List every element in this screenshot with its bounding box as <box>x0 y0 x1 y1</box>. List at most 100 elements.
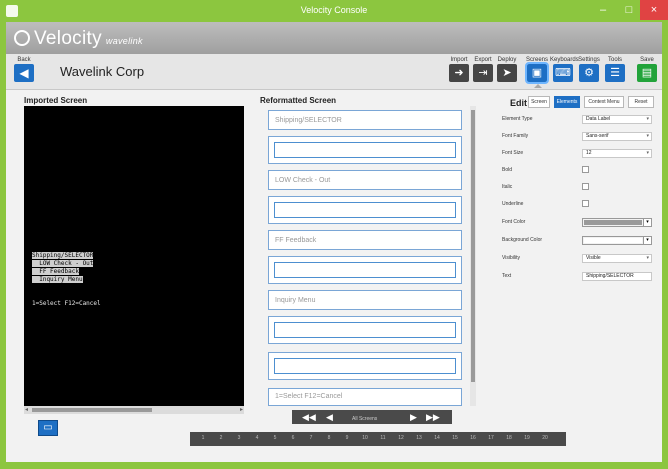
font-color-label: Font Color <box>502 219 526 225</box>
close-button[interactable]: × <box>640 0 668 20</box>
keyboards-button[interactable]: Keyboards ⌨ <box>550 57 579 82</box>
page-number[interactable]: 1 <box>194 435 212 441</box>
scroll-right-icon: ▸ <box>239 407 243 413</box>
prev-screen-icon[interactable]: ◀ <box>326 411 333 423</box>
terminal-horizontal-scrollbar[interactable]: ◂ ▸ <box>24 406 244 414</box>
page-number[interactable]: 15 <box>446 435 464 441</box>
screens-button[interactable]: Screens ▣ <box>524 57 550 88</box>
background-color-picker[interactable]: ▾ <box>582 236 652 245</box>
tools-label: Tools <box>607 57 622 63</box>
tab-elements[interactable]: Elements <box>554 96 580 108</box>
first-screen-icon[interactable]: ◀◀ <box>302 411 316 423</box>
minimize-button[interactable]: – <box>590 0 616 20</box>
terminal-line: FF Feedback <box>32 268 79 275</box>
label-text: FF Feedback <box>275 237 317 244</box>
reformatted-field[interactable] <box>268 196 462 224</box>
import-label: Import <box>450 57 468 63</box>
page-number[interactable]: 8 <box>320 435 338 441</box>
element-type-select[interactable]: Data Label ▾ <box>582 115 652 124</box>
page-number[interactable]: 12 <box>392 435 410 441</box>
imported-screen-terminal[interactable]: Shipping/SELECTOR LOW Check - Out FF Fee… <box>24 106 244 406</box>
terminal-view-button[interactable]: ▭ <box>38 420 58 436</box>
field-inner <box>274 322 456 338</box>
screens-label: Screens <box>525 57 548 63</box>
active-caret-icon <box>534 84 542 88</box>
font-size-select[interactable]: 12 ▾ <box>582 149 652 158</box>
brand-name: Velocity <box>34 28 102 49</box>
bold-label: Bold <box>502 167 513 173</box>
chevron-down-icon: ▾ <box>643 219 651 226</box>
page-number[interactable]: 20 <box>536 435 554 441</box>
scrollbar-thumb[interactable] <box>471 110 475 382</box>
reformatted-field[interactable] <box>268 256 462 284</box>
tab-context-menu[interactable]: Context Menu <box>584 96 624 108</box>
back-button[interactable]: Back ◀ <box>12 57 36 82</box>
import-button[interactable]: Import ➜ <box>446 57 472 82</box>
velocity-window: Velocity Console – □ × Velocity wavelink … <box>0 0 668 469</box>
font-family-select[interactable]: Sans-serif ▾ <box>582 132 652 141</box>
reformatted-field[interactable] <box>268 316 462 344</box>
reformatted-label[interactable]: LOW Check - Out <box>268 170 462 190</box>
page-number[interactable]: 14 <box>428 435 446 441</box>
next-screen-icon[interactable]: ▶ <box>410 411 417 423</box>
page-number[interactable]: 2 <box>212 435 230 441</box>
page-number[interactable]: 9 <box>338 435 356 441</box>
underline-checkbox[interactable] <box>582 200 589 207</box>
reformatted-label[interactable]: FF Feedback <box>268 230 462 250</box>
label-text: Inquiry Menu <box>275 297 316 304</box>
tab-reset[interactable]: Reset <box>628 96 654 108</box>
import-icon: ➜ <box>449 64 469 82</box>
reformatted-field[interactable] <box>268 136 462 164</box>
title-bar: Velocity Console – □ × <box>0 0 668 22</box>
export-button[interactable]: Export ⇥ <box>470 57 496 82</box>
field-inner <box>274 202 456 218</box>
scrollbar-thumb[interactable] <box>32 408 152 412</box>
page-number[interactable]: 17 <box>482 435 500 441</box>
label-text: 1=Select F12=Cancel <box>275 393 343 400</box>
last-screen-icon[interactable]: ▶▶ <box>426 411 440 423</box>
page-number[interactable]: 19 <box>518 435 536 441</box>
page-number[interactable]: 3 <box>230 435 248 441</box>
font-family-label: Font Family <box>502 133 529 139</box>
chevron-down-icon: ▾ <box>643 237 651 244</box>
reformatted-field[interactable] <box>268 352 462 380</box>
reformatted-label[interactable]: Shipping/SELECTOR <box>268 110 462 130</box>
header-banner: Velocity wavelink <box>6 22 662 54</box>
settings-button[interactable]: Settings ⚙ <box>576 57 602 82</box>
save-label: Save <box>640 57 654 63</box>
font-size-value: 12 <box>586 150 592 156</box>
page-number[interactable]: 16 <box>464 435 482 441</box>
scroll-left-icon: ◂ <box>25 407 29 413</box>
page-number[interactable]: 13 <box>410 435 428 441</box>
reformatted-label[interactable]: 1=Select F12=Cancel <box>268 388 462 406</box>
font-color-picker[interactable]: ▾ <box>582 218 652 227</box>
underline-label: Underline <box>502 201 524 207</box>
export-label: Export <box>474 57 492 63</box>
page-number[interactable]: 10 <box>356 435 374 441</box>
page-number[interactable]: 5 <box>266 435 284 441</box>
tools-icon: ☰ <box>605 64 625 82</box>
visibility-select[interactable]: Visible ▾ <box>582 254 652 263</box>
tab-screen[interactable]: Screen <box>528 96 550 108</box>
bold-checkbox[interactable] <box>582 166 589 173</box>
page-number[interactable]: 4 <box>248 435 266 441</box>
tools-button[interactable]: Tools ☰ <box>602 57 628 82</box>
chevron-down-icon: ▾ <box>646 255 649 261</box>
page-number[interactable]: 6 <box>284 435 302 441</box>
page-number[interactable]: 18 <box>500 435 518 441</box>
page-number[interactable]: 7 <box>302 435 320 441</box>
page-number[interactable]: 11 <box>374 435 392 441</box>
screens-icon: ▣ <box>525 62 549 84</box>
terminal-line: Inquiry Menu <box>32 276 83 283</box>
deploy-button[interactable]: Deploy ➤ <box>494 57 520 82</box>
background-color-label: Background Color <box>502 237 543 243</box>
reformatted-label[interactable]: Inquiry Menu <box>268 290 462 310</box>
monitor-icon: ▭ <box>43 422 53 433</box>
italic-checkbox[interactable] <box>582 183 589 190</box>
maximize-button[interactable]: □ <box>616 0 642 20</box>
settings-label: Settings <box>578 57 600 63</box>
text-input[interactable]: Shipping/SELECTOR <box>582 272 652 281</box>
visibility-label: Visibility <box>502 255 520 261</box>
save-button[interactable]: Save ▤ <box>634 57 660 82</box>
reformatted-vertical-scrollbar[interactable] <box>470 106 476 406</box>
